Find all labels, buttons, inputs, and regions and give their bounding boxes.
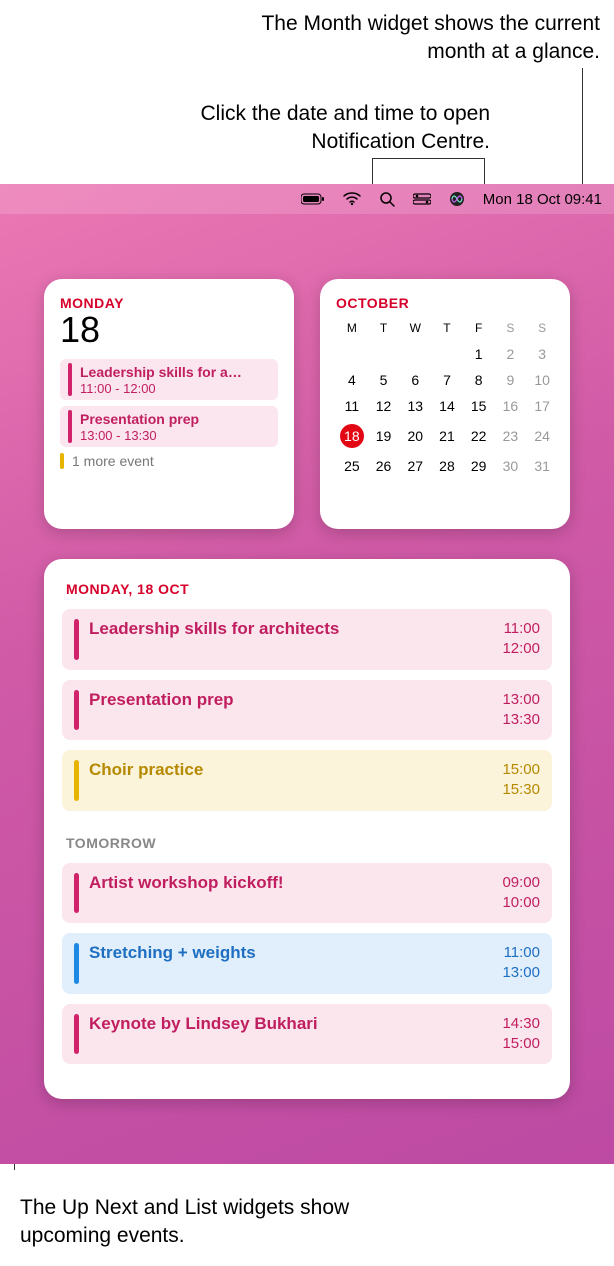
month-widget[interactable]: OCTOBER MTWTFSS 123456789101112131415161…	[320, 279, 570, 529]
annotation-upnext-list: The Up Next and List widgets show upcomi…	[20, 1194, 360, 1251]
month-day[interactable]: 21	[431, 419, 463, 453]
list-event[interactable]: Presentation prep13:0013:30	[62, 680, 552, 741]
upnext-more: 1 more event	[60, 453, 278, 469]
list-section-today-title: MONDAY, 18 OCT	[66, 581, 552, 597]
menubar: Mon 18 Oct 09:41	[0, 184, 614, 214]
month-day[interactable]: 14	[431, 393, 463, 419]
month-day[interactable]: 2	[495, 341, 527, 367]
upnext-event[interactable]: Leadership skills for a…11:00 - 12:00	[60, 359, 278, 400]
upnext-daynum: 18	[60, 309, 278, 351]
month-grid: MTWTFSS 12345678910111213141516171819202…	[336, 321, 558, 479]
list-section-tomorrow-title: TOMORROW	[66, 835, 552, 851]
list-event[interactable]: Keynote by Lindsey Bukhari14:3015:00	[62, 1004, 552, 1065]
month-day[interactable]: 26	[368, 453, 400, 479]
month-day[interactable]: 18	[336, 419, 368, 453]
month-day	[336, 341, 368, 367]
month-day[interactable]: 30	[495, 453, 527, 479]
month-day[interactable]: 16	[495, 393, 527, 419]
annotation-month: The Month widget shows the current month…	[200, 10, 600, 67]
month-day[interactable]: 3	[526, 341, 558, 367]
month-day	[431, 341, 463, 367]
month-day[interactable]: 11	[336, 393, 368, 419]
month-day[interactable]: 19	[368, 419, 400, 453]
battery-icon	[301, 193, 325, 205]
month-day[interactable]: 8	[463, 367, 495, 393]
annotation-datetime: Click the date and time to open Notifica…	[170, 100, 490, 157]
month-day[interactable]: 20	[399, 419, 431, 453]
month-day	[368, 341, 400, 367]
upnext-event[interactable]: Presentation prep13:00 - 13:30	[60, 406, 278, 447]
month-day[interactable]: 13	[399, 393, 431, 419]
notification-centre: Mon 18 Oct 09:41 MONDAY 18 Leadership sk…	[0, 184, 614, 1164]
month-day[interactable]: 28	[431, 453, 463, 479]
month-day[interactable]: 25	[336, 453, 368, 479]
month-day[interactable]: 5	[368, 367, 400, 393]
month-day[interactable]: 27	[399, 453, 431, 479]
month-day[interactable]: 29	[463, 453, 495, 479]
month-day	[399, 341, 431, 367]
up-next-widget[interactable]: MONDAY 18 Leadership skills for a…11:00 …	[44, 279, 294, 529]
month-day[interactable]: 22	[463, 419, 495, 453]
search-icon[interactable]	[379, 191, 395, 207]
month-day[interactable]: 15	[463, 393, 495, 419]
month-day[interactable]: 12	[368, 393, 400, 419]
month-day[interactable]: 7	[431, 367, 463, 393]
month-day[interactable]: 6	[399, 367, 431, 393]
list-event[interactable]: Choir practice15:0015:30	[62, 750, 552, 811]
month-title: OCTOBER	[336, 295, 558, 311]
list-event[interactable]: Stretching + weights11:0013:00	[62, 933, 552, 994]
month-day[interactable]: 10	[526, 367, 558, 393]
list-event[interactable]: Leadership skills for architects11:0012:…	[62, 609, 552, 670]
menubar-datetime[interactable]: Mon 18 Oct 09:41	[483, 191, 602, 208]
list-widget[interactable]: MONDAY, 18 OCT Leadership skills for arc…	[44, 559, 570, 1099]
control-centre-icon[interactable]	[413, 193, 431, 205]
month-day[interactable]: 1	[463, 341, 495, 367]
month-day[interactable]: 24	[526, 419, 558, 453]
list-event[interactable]: Artist workshop kickoff!09:0010:00	[62, 863, 552, 924]
month-day[interactable]: 31	[526, 453, 558, 479]
month-day[interactable]: 17	[526, 393, 558, 419]
siri-icon[interactable]	[449, 191, 465, 207]
month-day[interactable]: 9	[495, 367, 527, 393]
month-day[interactable]: 23	[495, 419, 527, 453]
month-day[interactable]: 4	[336, 367, 368, 393]
wifi-icon[interactable]	[343, 192, 361, 206]
